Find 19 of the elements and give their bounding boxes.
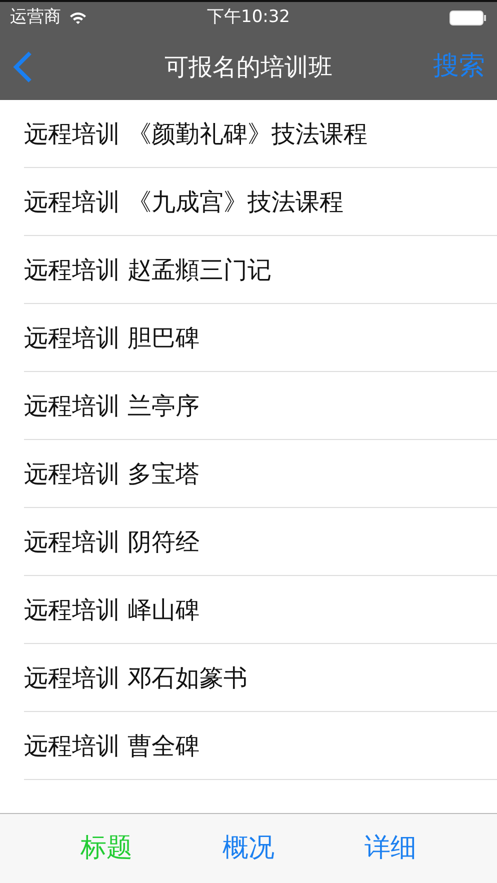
back-button[interactable]: [12, 50, 34, 84]
course-title[interactable]: 远程培训 胆巴碑: [24, 320, 200, 356]
tab[interactable]: 概况: [218, 829, 278, 868]
course-title[interactable]: 远程培训 峄山碑: [24, 592, 200, 628]
course-title[interactable]: 远程培训 《九成宫》技法课程: [24, 184, 344, 220]
course-title[interactable]: 远程培训 多宝塔: [24, 456, 200, 492]
back-icon: [12, 50, 34, 84]
battery-icon: [449, 10, 487, 26]
course-title[interactable]: 远程培训 邓石如篆书: [24, 660, 248, 696]
course-title[interactable]: 远程培训 兰亭序: [24, 388, 200, 424]
course-title[interactable]: 远程培训 《颜勤礼碑》技法课程: [24, 116, 368, 152]
screen-title: 可报名的培训班: [164, 52, 332, 82]
course-title[interactable]: 远程培训 曹全碑: [24, 728, 200, 764]
course-title[interactable]: 远程培训 阴符经: [24, 524, 200, 560]
course-title[interactable]: 远程培训 赵孟頫三门记: [24, 252, 272, 288]
wifi-icon: [69, 10, 87, 24]
status-time: 下午10:32: [207, 6, 290, 29]
tab[interactable]: 详细: [360, 829, 420, 868]
carrier-name: 运营商: [10, 6, 61, 29]
